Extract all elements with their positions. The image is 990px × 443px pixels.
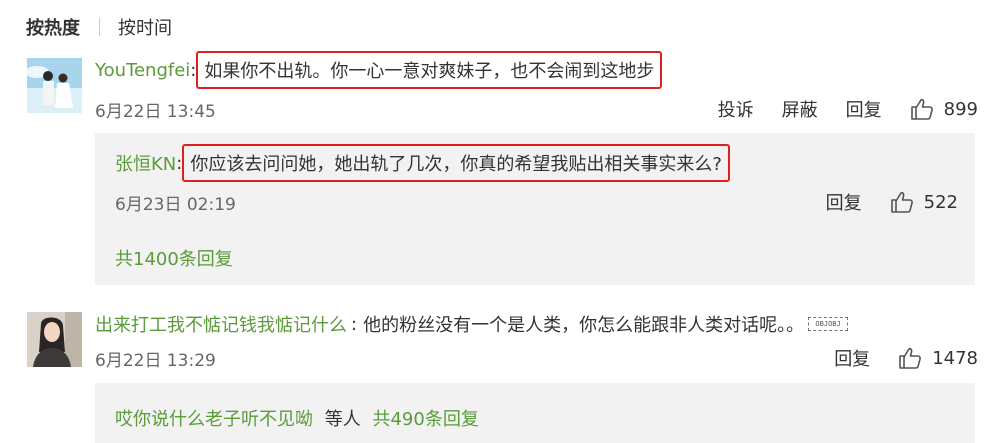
reply-button[interactable]: 回复 (834, 345, 870, 371)
thumbs-up-icon (890, 191, 913, 213)
comment-body: 出来打工我不惦记钱我惦记什么 : 他的粉丝没有一个是人类，你怎么能跟非人类对话呢… (95, 311, 849, 337)
sort-divider (99, 18, 100, 36)
block-button[interactable]: 屏蔽 (782, 96, 818, 122)
comment-text: 他的粉丝没有一个是人类，你怎么能跟非人类对话呢。。 (363, 315, 805, 336)
colon: : (351, 313, 358, 335)
more-replies-link[interactable]: 共490条回复 (372, 409, 478, 430)
highlighted-comment-text: 如果你不出轨。你一心一意对爽妹子，也不会闹到这地步 (196, 51, 663, 89)
like-button[interactable]: 899 (910, 98, 978, 120)
comment-username[interactable]: YouTengfei (95, 60, 190, 81)
thumbs-up-icon (899, 347, 922, 369)
comment-timestamp: 6月22日 13:45 (95, 102, 216, 122)
comment-timestamp: 6月22日 13:29 (95, 351, 216, 371)
reply-button[interactable]: 回复 (846, 96, 882, 122)
more-replies-link[interactable]: 共1400条回复 (115, 245, 233, 271)
like-button[interactable]: 522 (890, 191, 958, 213)
avatar[interactable] (27, 312, 82, 367)
reply-preview-user[interactable]: 哎你说什么老子听不见呦 (115, 409, 313, 430)
like-count: 1478 (932, 347, 978, 369)
emoji-icon: OBJOBJ (808, 317, 849, 331)
like-count: 899 (943, 98, 978, 120)
thumbs-up-icon (910, 98, 933, 120)
report-button[interactable]: 投诉 (718, 96, 754, 122)
sort-by-time-tab[interactable]: 按时间 (118, 14, 172, 40)
comment-username[interactable]: 出来打工我不惦记钱我惦记什么 (95, 311, 347, 337)
highlighted-reply-text: 你应该去问问她，她出轨了几次，你真的希望我贴出相关事实来么? (182, 144, 730, 182)
sort-by-hot-tab[interactable]: 按热度 (26, 14, 80, 40)
like-button[interactable]: 1478 (898, 347, 978, 369)
reply-actions: 回复 522 (826, 189, 958, 215)
comment-actions: 投诉 屏蔽 回复 899 (718, 96, 978, 122)
reply-timestamp: 6月23日 02:19 (115, 195, 236, 215)
like-count: 522 (923, 191, 958, 213)
reply-preview-suffix: 等人 (324, 409, 361, 430)
comment-actions: 回复 1478 (834, 345, 978, 371)
reply-preview: 哎你说什么老子听不见呦 等人 共490条回复 (115, 405, 479, 431)
comment-body: YouTengfei : 如果你不出轨。你一心一意对爽妹子，也不会闹到这地步 (95, 51, 663, 89)
reply-username[interactable]: 张恒KN (115, 150, 176, 176)
avatar[interactable] (27, 58, 82, 113)
sort-bar: 按热度 按时间 (26, 13, 172, 41)
reply-button[interactable]: 回复 (826, 189, 862, 215)
reply-body: 张恒KN : 你应该去问问她，她出轨了几次，你真的希望我贴出相关事实来么? (115, 144, 730, 182)
